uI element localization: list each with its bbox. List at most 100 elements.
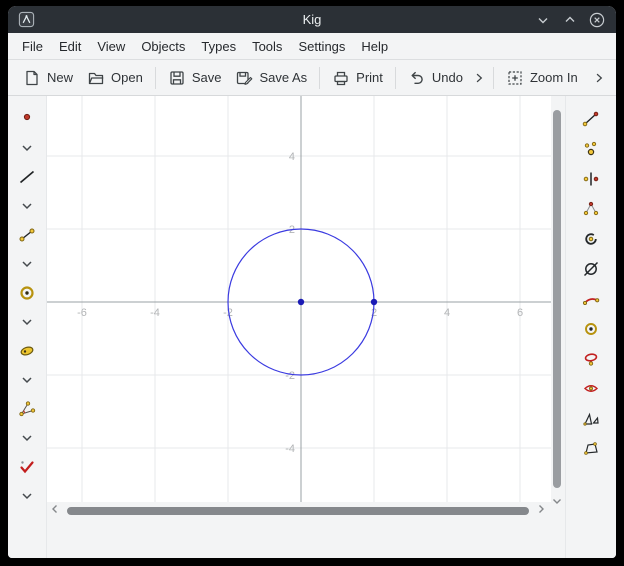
line-tool-expander[interactable] <box>8 191 46 220</box>
menubar: File Edit View Objects Types Tools Setti… <box>8 33 616 59</box>
chevron-right-icon <box>592 71 606 85</box>
close-button[interactable] <box>588 11 606 29</box>
conic-tool-button[interactable] <box>8 336 46 365</box>
similar-triangles-tool-button[interactable] <box>566 404 616 434</box>
chevron-down-icon <box>18 429 36 447</box>
test-tool-expander[interactable] <box>8 481 46 510</box>
undo-icon <box>408 69 426 87</box>
new-button[interactable]: New <box>16 65 80 91</box>
geometry-canvas[interactable]: -6-4-224642-2-4 <box>47 96 551 502</box>
titlebar[interactable]: Kig <box>8 6 616 33</box>
segment-tool-button[interactable] <box>8 220 46 249</box>
x-tick-label: -4 <box>150 307 160 319</box>
line-tool-button[interactable] <box>8 162 46 191</box>
polygon-icon <box>582 440 600 458</box>
arc-tool-button[interactable] <box>566 284 616 314</box>
menu-file[interactable]: File <box>14 36 51 57</box>
segment-icon <box>18 226 36 244</box>
point-tool-button[interactable] <box>8 104 46 133</box>
open-button[interactable]: Open <box>80 65 150 91</box>
horizontal-scroll-track[interactable] <box>61 502 535 520</box>
save-as-button[interactable]: Save As <box>228 65 314 91</box>
arc-icon <box>582 290 600 308</box>
vertical-scroll-thumb[interactable] <box>553 110 561 488</box>
spiral-icon <box>582 230 600 248</box>
menu-tools[interactable]: Tools <box>244 36 290 57</box>
save-icon <box>168 69 186 87</box>
lens-icon <box>582 380 600 398</box>
reflect-tool-button[interactable] <box>566 194 616 224</box>
menu-edit[interactable]: Edit <box>51 36 89 57</box>
chevron-down-icon <box>534 11 552 29</box>
angle-icon <box>18 400 36 418</box>
scroll-left-button[interactable] <box>49 502 61 520</box>
new-label: New <box>47 70 73 85</box>
points-icon <box>582 140 600 158</box>
maximize-button[interactable] <box>561 11 579 29</box>
x-tick-label: 6 <box>517 307 523 319</box>
invert-tool-button[interactable] <box>566 254 616 284</box>
perpendicular-tool-button[interactable] <box>566 164 616 194</box>
point-icon <box>18 110 36 128</box>
canvas-background[interactable] <box>47 96 551 502</box>
open-label: Open <box>111 70 143 85</box>
zoom-toolbar-overflow-button[interactable] <box>590 67 608 89</box>
x-tick-label: -6 <box>77 307 87 319</box>
horizontal-scroll-thumb[interactable] <box>67 507 529 515</box>
undo-button[interactable]: Undo <box>401 65 470 91</box>
print-button[interactable]: Print <box>325 65 390 91</box>
polygon-tool-button[interactable] <box>566 434 616 464</box>
kig-window: Kig File Edit Vie <box>8 6 616 558</box>
save-as-label: Save As <box>259 70 307 85</box>
angle-tool-button[interactable] <box>8 394 46 423</box>
zoom-in-button[interactable]: Zoom In <box>499 65 585 91</box>
conic-arc-tool-button[interactable] <box>566 344 616 374</box>
y-tick-label: -2 <box>285 370 295 382</box>
point-tool-expander[interactable] <box>8 133 46 162</box>
close-icon <box>588 11 606 29</box>
scroll-right-button[interactable] <box>535 502 547 520</box>
main-toolbar: New Open Save Save As <box>8 59 616 96</box>
save-button[interactable]: Save <box>161 65 229 91</box>
save-label: Save <box>192 70 222 85</box>
construction-point[interactable] <box>371 299 377 305</box>
lens-tool-button[interactable] <box>566 374 616 404</box>
triangles-icon <box>582 410 600 428</box>
target-circle-icon <box>582 320 600 338</box>
menu-view[interactable]: View <box>89 36 133 57</box>
point-test-tool-button[interactable] <box>566 134 616 164</box>
toolbar-overflow-button[interactable] <box>470 67 488 89</box>
minimize-button[interactable] <box>534 11 552 29</box>
menu-types[interactable]: Types <box>193 36 244 57</box>
menu-objects[interactable]: Objects <box>133 36 193 57</box>
test-tool-button[interactable] <box>8 452 46 481</box>
red-ellipse-icon <box>582 350 600 368</box>
perpendicular-line-icon <box>582 170 600 188</box>
y-tick-label: 4 <box>289 151 295 163</box>
chevron-down-icon <box>18 371 36 389</box>
scroll-down-button[interactable] <box>551 494 563 506</box>
zoom-in-label: Zoom In <box>530 70 578 85</box>
toolbar-separator <box>395 67 396 89</box>
chevron-down-icon <box>551 495 563 507</box>
chevron-down-icon <box>18 313 36 331</box>
angle-tool-expander[interactable] <box>8 423 46 452</box>
chevron-down-icon <box>18 139 36 157</box>
circle-tool-button[interactable] <box>8 278 46 307</box>
menu-help[interactable]: Help <box>353 36 396 57</box>
toolbar-separator <box>319 67 320 89</box>
circle-tool-expander[interactable] <box>8 307 46 336</box>
undo-label: Undo <box>432 70 463 85</box>
construction-point[interactable] <box>298 299 304 305</box>
open-folder-icon <box>87 69 105 87</box>
print-icon <box>332 69 350 87</box>
translate-icon <box>582 110 600 128</box>
chevron-right-icon <box>535 503 547 515</box>
chevron-down-icon <box>18 255 36 273</box>
rotate-tool-button[interactable] <box>566 224 616 254</box>
translate-tool-button[interactable] <box>566 104 616 134</box>
menu-settings[interactable]: Settings <box>290 36 353 57</box>
segment-tool-expander[interactable] <box>8 249 46 278</box>
conic-tool-expander[interactable] <box>8 365 46 394</box>
circle-by-center-tool-button[interactable] <box>566 314 616 344</box>
